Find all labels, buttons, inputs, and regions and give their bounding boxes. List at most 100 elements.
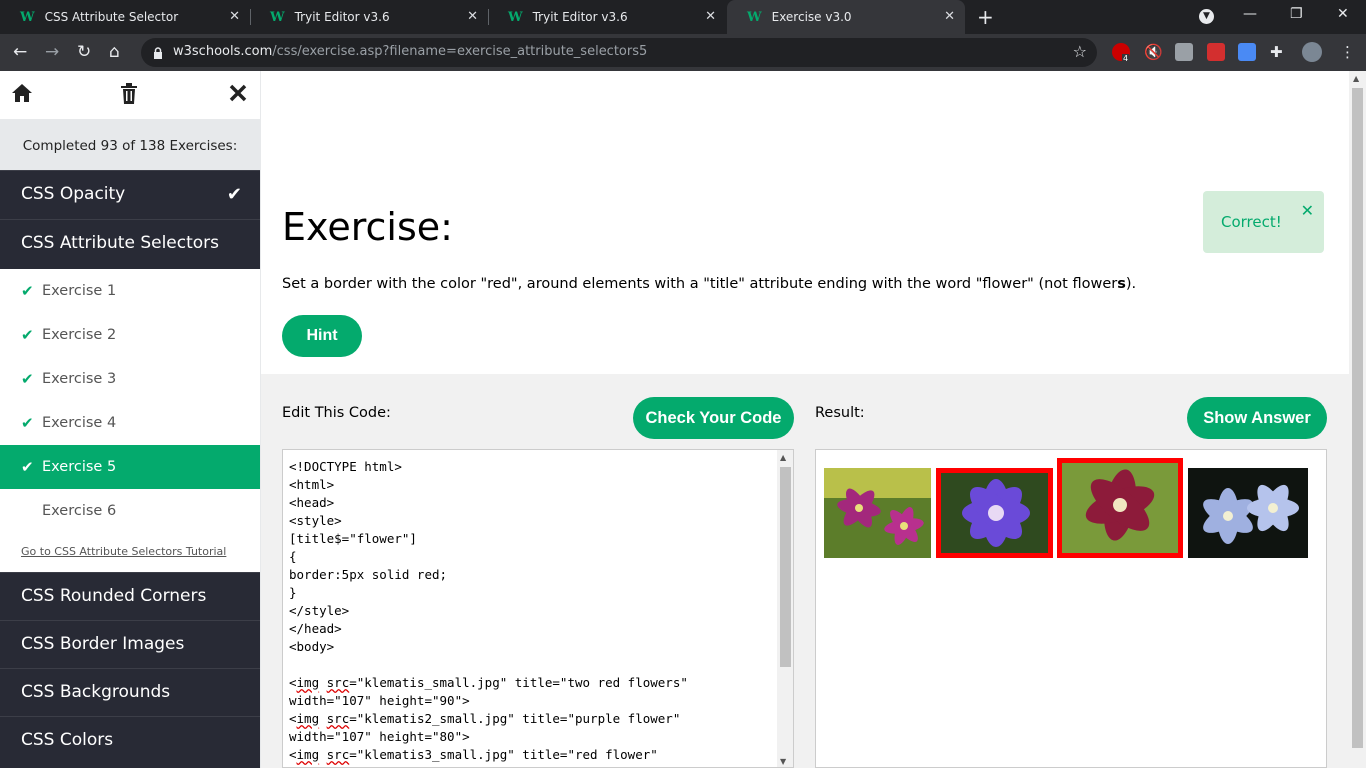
- exercise-item[interactable]: ✔ Exercise 1: [0, 269, 260, 313]
- extension-puzzle-image-icon[interactable]: [1175, 43, 1193, 61]
- code-line: </style>: [289, 603, 350, 618]
- close-tab-icon[interactable]: ✕: [705, 9, 716, 24]
- close-tab-icon[interactable]: ✕: [229, 9, 240, 24]
- tutorial-link[interactable]: Go to CSS Attribute Selectors Tutorial: [21, 545, 226, 558]
- check-code-button[interactable]: Check Your Code: [633, 397, 794, 439]
- code-line: <html>: [289, 477, 335, 492]
- checkmark-icon: ✔: [21, 370, 34, 388]
- w3schools-logo-icon: W: [20, 9, 35, 25]
- code-text[interactable]: <!DOCTYPE html> <html> <head> <style> [title…: [289, 458, 688, 764]
- restore-icon[interactable]: ❐: [1290, 6, 1303, 22]
- scroll-up-icon[interactable]: ▲: [780, 453, 786, 462]
- mute-icon[interactable]: 🔇: [1144, 43, 1163, 61]
- checkmark-icon: ✔: [21, 326, 34, 344]
- trash-icon[interactable]: [120, 83, 138, 110]
- checkmark-icon: ✔: [21, 282, 34, 300]
- page-scroll-thumb[interactable]: [1352, 88, 1363, 748]
- sidebar-item-css-opacity[interactable]: CSS Opacity ✔: [0, 170, 260, 217]
- sidebar-item-label: CSS Rounded Corners: [21, 586, 207, 606]
- code-line: <img src="klematis3_small.jpg" title="re…: [289, 747, 658, 762]
- w3schools-logo-icon: W: [747, 9, 762, 25]
- checkmark-icon: ✔: [21, 414, 34, 432]
- sidebar-item-label: CSS Border Images: [21, 634, 185, 654]
- code-scrollbar[interactable]: ▲ ▼: [777, 450, 793, 767]
- instructions-end: ).: [1125, 276, 1137, 292]
- show-answer-button[interactable]: Show Answer: [1187, 397, 1327, 439]
- correct-alert: Correct! ✕: [1203, 191, 1324, 253]
- bookmark-star-icon[interactable]: ☆: [1073, 42, 1087, 61]
- browser-tab[interactable]: W Tryit Editor v3.6 ✕: [488, 0, 726, 34]
- code-line: width="107" height="90">: [289, 693, 470, 708]
- exercise-item[interactable]: Exercise 6: [0, 489, 260, 533]
- page-scrollbar[interactable]: ▲: [1349, 71, 1366, 768]
- reload-icon[interactable]: ↻: [77, 42, 91, 62]
- flower-image-red: [1057, 458, 1183, 558]
- menu-kebab-icon[interactable]: ⋮: [1340, 43, 1358, 61]
- tab-title: Tryit Editor v3.6: [294, 10, 390, 24]
- code-line: </head>: [289, 621, 342, 636]
- checkmark-icon: ✔: [226, 184, 242, 205]
- w3schools-logo-icon: W: [270, 9, 285, 25]
- browser-tab[interactable]: W CSS Attribute Selector ✕: [0, 0, 250, 34]
- sidebar-item-css-border-images[interactable]: CSS Border Images: [0, 620, 260, 667]
- scroll-down-icon[interactable]: ▼: [780, 757, 786, 766]
- close-tab-icon[interactable]: ✕: [467, 9, 478, 24]
- home-icon[interactable]: ⌂: [109, 42, 120, 62]
- sidebar-item-label: CSS Attribute Selectors: [21, 233, 220, 253]
- exercise-item-active[interactable]: ✔ Exercise 5: [0, 445, 260, 489]
- code-line: <!DOCTYPE html>: [289, 459, 402, 474]
- browser-tab-active[interactable]: W Exercise v3.0 ✕: [727, 0, 965, 34]
- sidebar-item-css-backgrounds[interactable]: CSS Backgrounds: [0, 668, 260, 715]
- browser-tab[interactable]: W Tryit Editor v3.6 ✕: [250, 0, 488, 34]
- home-icon[interactable]: [11, 83, 33, 109]
- extensions-puzzle-icon[interactable]: ✚: [1270, 43, 1288, 61]
- address-bar[interactable]: w3schools.com/css/exercise.asp?filename=…: [141, 38, 1097, 67]
- exercise-list: ✔ Exercise 1 ✔ Exercise 2 ✔ Exercise 3 ✔…: [0, 269, 260, 572]
- code-line: <head>: [289, 495, 335, 510]
- exercise-item[interactable]: ✔ Exercise 3: [0, 357, 260, 401]
- tab-title: Tryit Editor v3.6: [532, 10, 628, 24]
- sidebar-item-css-rounded-corners[interactable]: CSS Rounded Corners: [0, 572, 260, 619]
- code-line: }: [289, 585, 297, 600]
- scroll-up-icon[interactable]: ▲: [1353, 74, 1359, 83]
- sidebar-item-label: CSS Opacity: [21, 184, 126, 204]
- profile-avatar[interactable]: [1302, 42, 1322, 62]
- hint-button[interactable]: Hint: [282, 315, 362, 357]
- browser-tab-bar: W CSS Attribute Selector ✕ W Tryit Edito…: [0, 0, 1366, 34]
- code-line: {: [289, 549, 297, 564]
- exercise-instructions: Set a border with the color "red", aroun…: [282, 276, 1136, 292]
- extension-red-icon[interactable]: [1207, 43, 1225, 61]
- minimize-icon[interactable]: —: [1243, 6, 1257, 22]
- code-editor[interactable]: <!DOCTYPE html> <html> <head> <style> [title…: [282, 449, 794, 768]
- extension-badge: 4: [1122, 54, 1130, 63]
- code-line: border:5px solid red;: [289, 567, 448, 582]
- close-tab-icon[interactable]: ✕: [944, 9, 955, 24]
- new-tab-button[interactable]: +: [977, 5, 994, 29]
- extension-blue-icon[interactable]: [1238, 43, 1256, 61]
- tab-title: Exercise v3.0: [771, 10, 852, 24]
- tab-title: CSS Attribute Selector: [44, 10, 179, 24]
- sidebar-item-label: CSS Backgrounds: [21, 682, 171, 702]
- w3schools-logo-icon: W: [508, 9, 523, 25]
- instructions-text: Set a border with the color "red", aroun…: [282, 276, 1118, 292]
- browser-toolbar: ← → ↻ ⌂ w3schools.com/css/exercise.asp?f…: [0, 34, 1366, 71]
- tab-search-icon[interactable]: ▼: [1199, 9, 1214, 24]
- instructions-bold: s: [1117, 276, 1126, 292]
- page-title: Exercise:: [282, 205, 453, 249]
- code-line: <style>: [289, 513, 342, 528]
- forward-arrow-icon[interactable]: →: [45, 42, 59, 62]
- code-scroll-thumb[interactable]: [780, 467, 791, 667]
- close-icon[interactable]: ✕: [1301, 201, 1314, 220]
- code-line: <img src="klematis2_small.jpg" title="pu…: [289, 711, 681, 726]
- exercise-item[interactable]: ✔ Exercise 2: [0, 313, 260, 357]
- window-close-icon[interactable]: ✕: [1337, 6, 1349, 22]
- close-icon[interactable]: [229, 83, 247, 108]
- exercise-label: Exercise 5: [42, 459, 117, 475]
- completed-count: Completed 93 of 138 Exercises:: [0, 119, 260, 170]
- exercise-main: Exercise: Correct! ✕ Set a border with t…: [261, 71, 1349, 768]
- exercise-item[interactable]: ✔ Exercise 4: [0, 401, 260, 445]
- sidebar-item-css-attribute-selectors[interactable]: CSS Attribute Selectors: [0, 219, 260, 269]
- back-arrow-icon[interactable]: ←: [13, 42, 27, 62]
- sidebar-item-css-colors[interactable]: CSS Colors: [0, 716, 260, 763]
